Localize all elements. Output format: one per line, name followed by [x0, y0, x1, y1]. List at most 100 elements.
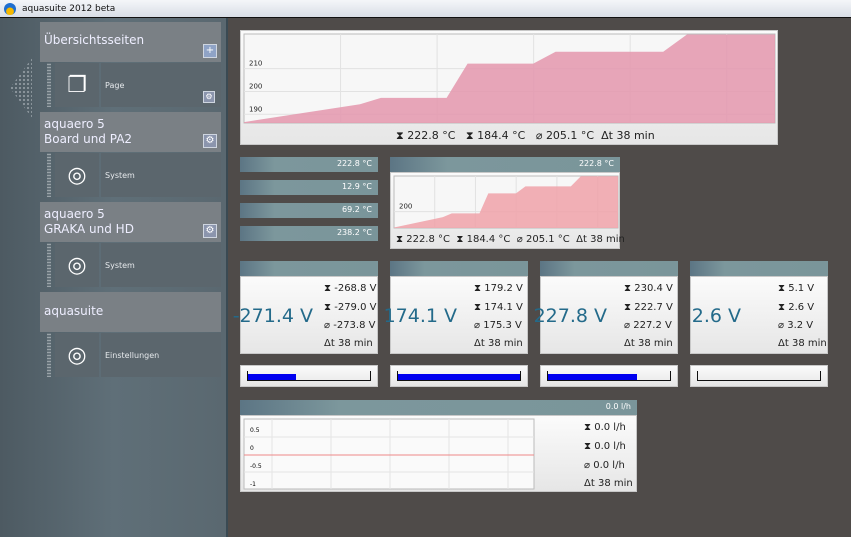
voltage-min: ⧗ 2.6 V — [778, 302, 814, 313]
min-value: 184.4 °C — [477, 129, 526, 142]
voltage-level-bar — [390, 365, 528, 387]
delta-t-icon: Δt — [584, 478, 595, 489]
y-tick: 200 — [249, 82, 262, 90]
flow-min: ⧗ 0.0 l/h — [584, 441, 626, 452]
settings-icon[interactable]: ⚙ — [203, 224, 217, 238]
temp-readout: 222.8 °C — [240, 157, 378, 172]
max-value: 222.8 °C — [406, 234, 451, 245]
voltage-duration: Δt 38 min — [778, 338, 827, 349]
avg-icon: ⌀ — [324, 320, 331, 331]
voltage-header — [240, 261, 378, 276]
max-icon: ⧗ — [324, 283, 332, 294]
y-tick: 210 — [249, 60, 262, 68]
min-icon: ⧗ — [456, 234, 464, 245]
group-aquasuite[interactable]: aquasuite — [40, 292, 221, 332]
sidebar-item-system[interactable]: ◎ System — [47, 243, 221, 287]
voltage-max: ⧗ 230.4 V — [624, 283, 673, 294]
min-value: -279.0 V — [334, 302, 377, 313]
voltage-header — [390, 261, 528, 276]
voltage-panel: 227.8 V ⧗ 230.4 V ⧗ 222.7 V ⌀ 227.2 V Δt… — [534, 276, 678, 354]
group-aquaero-graka[interactable]: aquaero 5 GRAKA und HD ⚙ — [40, 202, 221, 242]
max-value: 222.8 °C — [407, 129, 456, 142]
voltage-header — [540, 261, 678, 276]
min-icon: ⧗ — [778, 302, 786, 313]
small-chart-header: 222.8 °C — [390, 157, 620, 172]
settings-icon[interactable]: ⚙ — [203, 91, 215, 103]
voltage-avg: ⌀ 175.3 V — [474, 320, 522, 331]
avg-value: 205.1 °C — [525, 234, 570, 245]
sidebar-item-system[interactable]: ◎ System — [47, 153, 221, 197]
drag-handle[interactable] — [47, 153, 51, 197]
avg-icon: ⌀ — [778, 320, 785, 331]
y-tick: -1 — [250, 481, 256, 488]
drag-handle[interactable] — [47, 333, 51, 377]
window-title: aquasuite 2012 beta — [22, 3, 116, 14]
group-aquaero-board[interactable]: aquaero 5 Board und PA2 ⚙ — [40, 112, 221, 152]
min-value: 174.1 V — [484, 302, 523, 313]
duration-value: 38 min — [597, 478, 633, 489]
voltage-value: 174.1 V — [383, 305, 457, 327]
app-logo-icon — [4, 2, 16, 15]
min-value: 0.0 l/h — [594, 441, 626, 452]
voltage-max: ⧗ -268.8 V — [324, 283, 376, 294]
y-tick: 200 — [399, 203, 412, 211]
max-icon: ⧗ — [396, 129, 404, 142]
voltage-header — [690, 261, 828, 276]
drag-handle[interactable] — [47, 243, 51, 287]
voltage-min: ⧗ -279.0 V — [324, 302, 376, 313]
voltage-level-bar — [240, 365, 378, 387]
voltage-value: 227.8 V — [533, 305, 607, 327]
sidebar-item-page[interactable]: ❐ Page ⚙ — [47, 63, 221, 107]
voltage-level-bar — [540, 365, 678, 387]
flow-header: 0.0 l/h — [240, 400, 637, 415]
duration-value: 38 min — [487, 338, 523, 349]
voltage-value: 2.6 V — [691, 305, 741, 327]
temp-value: 222.8 °C — [336, 159, 372, 168]
bar-fill — [248, 374, 296, 380]
temperature-chart: 210 200 190 — [243, 33, 776, 124]
duration-value: 38 min — [337, 338, 373, 349]
temp-value: 12.9 °C — [342, 182, 372, 191]
duration-value: 38 min — [616, 129, 655, 142]
avg-icon: ⌀ — [624, 320, 631, 331]
min-icon: ⧗ — [584, 441, 592, 452]
header-value: 222.8 °C — [578, 159, 614, 168]
voltage-avg: ⌀ 3.2 V — [778, 320, 813, 331]
min-icon: ⧗ — [474, 302, 482, 313]
duration-value: 38 min — [791, 338, 827, 349]
bar-fill — [398, 374, 520, 380]
add-icon[interactable]: + — [203, 44, 217, 58]
voltage-duration: Δt 38 min — [324, 338, 373, 349]
pages-icon: ❐ — [55, 63, 99, 107]
avg-icon: ⌀ — [516, 234, 523, 245]
delta-t-icon: Δt — [778, 338, 789, 349]
settings-icon[interactable]: ⚙ — [203, 134, 217, 148]
sidebar-item-einstellungen[interactable]: ◎ Einstellungen — [47, 333, 221, 377]
avg-value: 205.1 °C — [545, 129, 595, 142]
voltage-panel: 2.6 V ⧗ 5.1 V ⧗ 2.6 V ⌀ 3.2 V Δt 38 min — [690, 276, 828, 354]
voltage-avg: ⌀ 227.2 V — [624, 320, 672, 331]
collapse-arrow-icon[interactable] — [10, 58, 32, 118]
device-icon: ◎ — [55, 153, 99, 197]
delta-t-icon: Δt — [624, 338, 635, 349]
max-icon: ⧗ — [624, 283, 632, 294]
avg-value: 227.2 V — [633, 320, 672, 331]
flow-chart: 0.5 0 -0.5 -1 — [243, 418, 535, 490]
voltage-min: ⧗ 222.7 V — [624, 302, 673, 313]
drag-handle[interactable] — [47, 63, 51, 107]
voltage-panel: -271.4 V ⧗ -268.8 V ⧗ -279.0 V ⌀ -273.8 … — [233, 276, 378, 354]
y-tick: -0.5 — [250, 463, 262, 470]
duration-value: 38 min — [637, 338, 673, 349]
temp-value: 238.2 °C — [336, 228, 372, 237]
bar-fill — [548, 374, 638, 380]
voltage-level-bar — [690, 365, 828, 387]
delta-t-icon: Δt — [324, 338, 335, 349]
max-value: 230.4 V — [634, 283, 673, 294]
group-uebersichtsseiten[interactable]: Übersichtsseiten + — [40, 22, 221, 62]
max-icon: ⧗ — [778, 283, 786, 294]
voltage-max: ⧗ 5.1 V — [778, 283, 814, 294]
item-label: Page — [105, 81, 125, 90]
delta-t-icon: Δt — [474, 338, 485, 349]
y-tick: 0.5 — [250, 427, 260, 434]
group-label: Übersichtsseiten — [44, 33, 145, 47]
